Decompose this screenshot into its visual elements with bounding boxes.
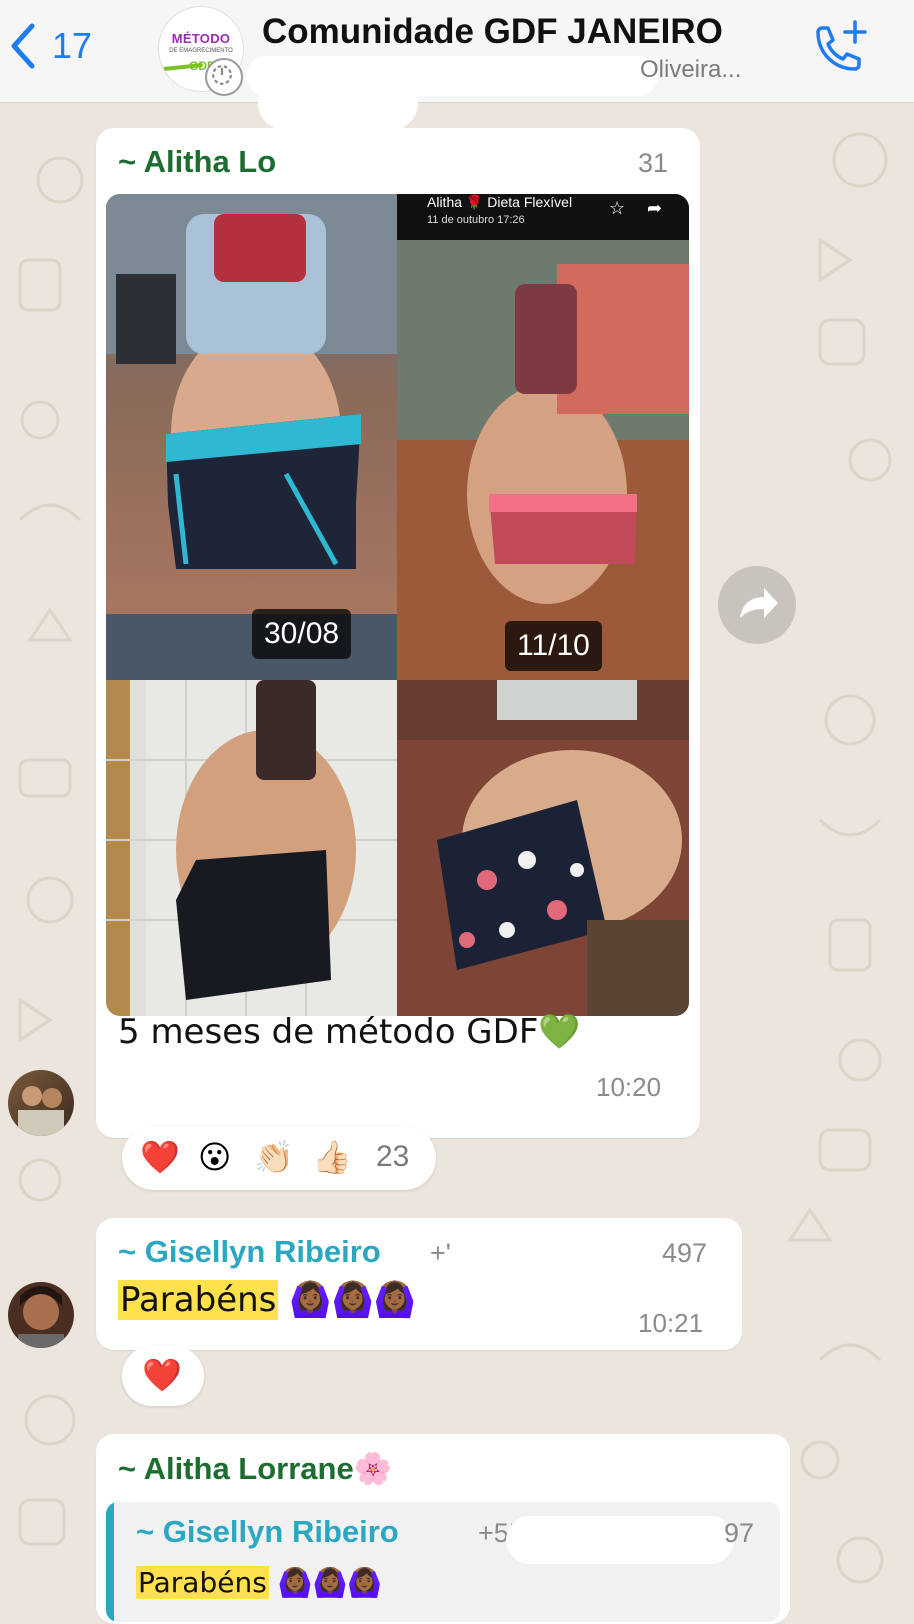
- clap-reaction-icon: 👏🏻: [254, 1138, 294, 1176]
- thumbsup-reaction-icon: 👍🏻: [312, 1138, 352, 1176]
- flower-emoji: 🌸: [353, 1451, 393, 1486]
- message-sender[interactable]: ~ Alitha Lo: [118, 144, 276, 180]
- inner-caption-author: Alitha: [427, 194, 463, 210]
- forward-icon: [740, 588, 778, 618]
- quoted-phone-end: 97: [724, 1518, 755, 1548]
- sender-name: ~ Alitha Lorrane: [118, 1451, 354, 1486]
- wow-reaction-icon: 😮: [198, 1138, 232, 1176]
- quote-accent-bar: [106, 1502, 114, 1622]
- photo-date-label: 11/10: [505, 621, 602, 671]
- gesture-emoji: 🙆🏾‍♀️🙆🏾‍♀️🙆🏾‍♀️: [289, 1280, 417, 1320]
- star-icon: ☆: [609, 198, 626, 219]
- photo-collage[interactable]: 30/08 Alitha 🌹 Dieta Flexível 11 de outu…: [106, 194, 689, 1016]
- photo-before-side: 30/08: [106, 194, 397, 680]
- message-reactions[interactable]: ❤️ 😮 👏🏻 👍🏻 23: [122, 1126, 436, 1190]
- sender-phone-fragment: 31: [638, 148, 669, 178]
- phone-add-icon[interactable]: [808, 18, 870, 78]
- group-logo-title: MÉTODO: [171, 31, 231, 46]
- quoted-message[interactable]: ~ Gisellyn Ribeiro +55 97 Parabéns 🙆🏾‍♀️…: [106, 1502, 780, 1622]
- message-time: 10:20: [596, 1072, 662, 1102]
- quoted-sender: ~ Gisellyn Ribeiro: [136, 1514, 399, 1549]
- quoted-highlighted-text: Parabéns: [136, 1566, 269, 1599]
- inner-caption-date: 11 de outubro 17:26: [427, 214, 525, 226]
- group-logo-subtitle: DE EMAGRECIMENTO: [169, 48, 233, 54]
- sender-avatar[interactable]: [8, 1282, 74, 1348]
- heart-reaction-icon: ❤️: [140, 1138, 180, 1176]
- message-text: 5 meses de método GDF💚: [118, 1012, 581, 1052]
- reaction-count: 23: [376, 1140, 410, 1173]
- message-time: 10:21: [638, 1308, 704, 1338]
- members-preview: Oliveira...: [640, 56, 742, 83]
- photo-side-3: [106, 680, 397, 1016]
- redacted-phone: [506, 1516, 734, 1564]
- back-chevron-icon: [11, 23, 35, 69]
- sender-avatar[interactable]: [8, 1070, 74, 1136]
- forward-button[interactable]: [718, 566, 796, 644]
- message-text: Parabéns 🙆🏾‍♀️🙆🏾‍♀️🙆🏾‍♀️: [118, 1280, 416, 1320]
- share-icon: ➦: [647, 198, 663, 219]
- message-sender[interactable]: ~ Alitha Lorrane🌸: [118, 1450, 392, 1487]
- sender-phone-end: 497: [662, 1238, 708, 1268]
- heart-reaction-icon: ❤️: [142, 1356, 182, 1394]
- photo-side-4: [397, 680, 689, 1016]
- quoted-text: Parabéns 🙆🏾‍♀️🙆🏾‍♀️🙆🏾‍♀️: [136, 1566, 382, 1599]
- message-text-content: 5 meses de método GDF: [118, 1012, 539, 1052]
- unread-count: 17: [52, 25, 93, 66]
- inner-caption-title: Dieta Flexível: [487, 194, 573, 210]
- timer-icon: [205, 58, 243, 96]
- quoted-gesture-emoji: 🙆🏾‍♀️🙆🏾‍♀️🙆🏾‍♀️: [277, 1566, 383, 1599]
- message-bubble[interactable]: ~ Alitha Lo 31 30/08 Alitha 🌹 Dieta Flex…: [96, 128, 700, 1138]
- photo-after-side: Alitha 🌹 Dieta Flexível 11 de outubro 17…: [397, 194, 689, 680]
- message-reactions[interactable]: ❤️: [122, 1346, 204, 1406]
- green-heart-emoji: 💚: [538, 1012, 581, 1052]
- message-sender[interactable]: ~ Gisellyn Ribeiro: [118, 1234, 381, 1270]
- highlighted-text: Parabéns: [118, 1280, 279, 1320]
- sender-phone-fragment: +': [430, 1238, 451, 1268]
- inner-caption-name: Alitha 🌹 Dieta Flexível: [427, 194, 573, 210]
- message-bubble[interactable]: ~ Gisellyn Ribeiro +' 497 Parabéns 🙆🏾‍♀️…: [96, 1218, 742, 1350]
- redaction-overlay: [258, 76, 418, 130]
- message-bubble[interactable]: ~ Alitha Lorrane🌸 ~ Gisellyn Ribeiro +55…: [96, 1434, 790, 1624]
- group-title[interactable]: Comunidade GDF JANEIRO: [262, 12, 723, 52]
- chat-header: 17 MÉTODO DE EMAGRECIMENTO GDF Comunidad…: [0, 0, 914, 103]
- photo-date-label: 30/08: [252, 609, 352, 659]
- back-button[interactable]: 17: [8, 22, 92, 70]
